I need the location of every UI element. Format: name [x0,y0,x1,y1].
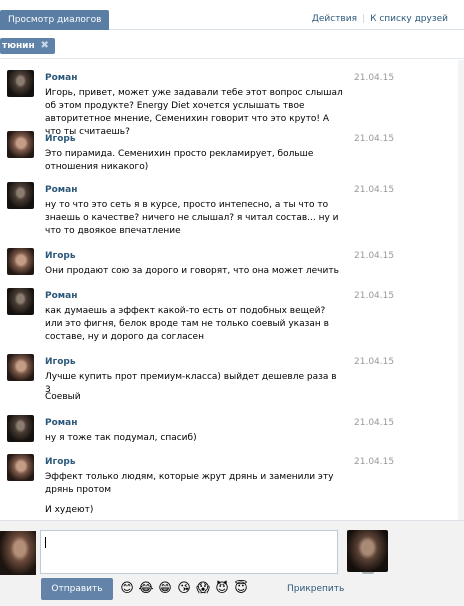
message-text: Это пирамида. Семенихин просто рекламиру… [45,149,314,172]
recipient-row: тюнин ✖ [0,31,464,59]
top-bar: Просмотр диалогов Действия | К списку друз… [0,0,464,30]
message-date: 21.04.15 [354,418,395,428]
message-author[interactable]: Роман [45,73,77,83]
message-item: Игорь 21.04.15 Эффект только людям, кото… [0,450,440,520]
avatar[interactable] [7,288,34,315]
message-text: ну я тоже так подумал, спасиб) [45,433,197,443]
message-text-extra: И худеют) [45,505,94,515]
attach-link[interactable]: Прикрепить [287,584,344,594]
message-text: ну то что это сеть я в курсе, просто инт… [45,200,339,236]
message-date: 21.04.15 [354,251,395,261]
message-author[interactable]: Роман [45,418,77,428]
message-text: как думаешь а эффект какой-то есть от по… [45,306,329,342]
emoji-scream-icon[interactable]: 😱 [195,581,211,597]
top-links: Действия | К списку друзей [312,14,448,24]
message-item: Игорь 21.04.15 Это пирамида. Семенихин п… [0,127,440,175]
avatar[interactable] [7,131,34,158]
message-list: Роман 21.04.15 Игорь, привет, может уже … [0,60,458,520]
message-author[interactable]: Игорь [45,134,76,144]
message-date: 21.04.15 [354,291,395,301]
message-item: Игорь 21.04.15 Они продают сою за дорого… [0,244,440,280]
scrollbar[interactable] [458,60,464,520]
message-item: Роман 21.04.15 ну я тоже так подумал, сп… [0,411,440,449]
emoji-devil-icon[interactable]: 😈 [214,581,230,597]
avatar[interactable] [7,182,34,209]
avatar[interactable] [7,354,34,381]
message-text: Они продают сою за дорого и говорят, что… [45,266,339,276]
send-button[interactable]: Отправить [41,578,113,600]
message-author[interactable]: Игорь [45,251,76,261]
message-item: Игорь 21.04.15 Лучше купить прот премиум… [0,350,440,406]
recipient-name: тюнин [2,41,35,51]
composer: Отправить 😊 😂 😁 😘 😱 😈 😇 Прикрепить [0,520,464,606]
emoji-kiss-icon[interactable]: 😘 [176,581,192,597]
message-date: 21.04.15 [354,357,395,367]
tab-view-dialogs[interactable]: Просмотр диалогов [0,10,110,30]
avatar[interactable] [7,454,34,481]
recipient-chip[interactable]: тюнин ✖ [0,38,55,54]
avatar[interactable] [7,248,34,275]
emoji-angel-icon[interactable]: 😇 [233,581,249,597]
friends-list-link[interactable]: К списку друзей [370,14,448,24]
message-input[interactable] [40,530,374,574]
message-text: Лучше купить прот премиум-класса) выйдет… [45,372,337,395]
emoji-grin-icon[interactable]: 😁 [157,581,173,597]
emoji-laugh-icon[interactable]: 😂 [138,581,154,597]
my-avatar[interactable] [0,531,36,575]
avatar[interactable] [7,415,34,442]
link-separator: | [362,14,366,24]
close-icon[interactable]: ✖ [39,40,51,52]
avatar[interactable] [7,70,34,97]
message-date: 21.04.15 [354,134,395,144]
message-author[interactable]: Роман [45,291,77,301]
message-author[interactable]: Роман [45,185,77,195]
message-date: 21.04.15 [354,185,395,195]
actions-link[interactable]: Действия [312,14,357,24]
message-item: Роман 21.04.15 как думаешь а эффект како… [0,284,440,346]
message-text-extra: Соевый [45,392,81,402]
text-caret [45,537,46,548]
emoji-bar: 😊 😂 😁 😘 😱 😈 😇 [119,581,249,597]
recipient-avatar[interactable] [347,530,388,572]
message-date: 21.04.15 [354,457,395,467]
message-item: Роман 21.04.15 Игорь, привет, может уже … [0,66,440,137]
message-author[interactable]: Игорь [45,357,76,367]
message-item: Роман 21.04.15 ну то что это сеть я в ку… [0,178,440,240]
emoji-smile-icon[interactable]: 😊 [119,581,135,597]
message-author[interactable]: Игорь [45,457,76,467]
message-date: 21.04.15 [354,73,395,83]
message-text: Эффект только людям, которые жрут дрянь … [45,472,334,495]
